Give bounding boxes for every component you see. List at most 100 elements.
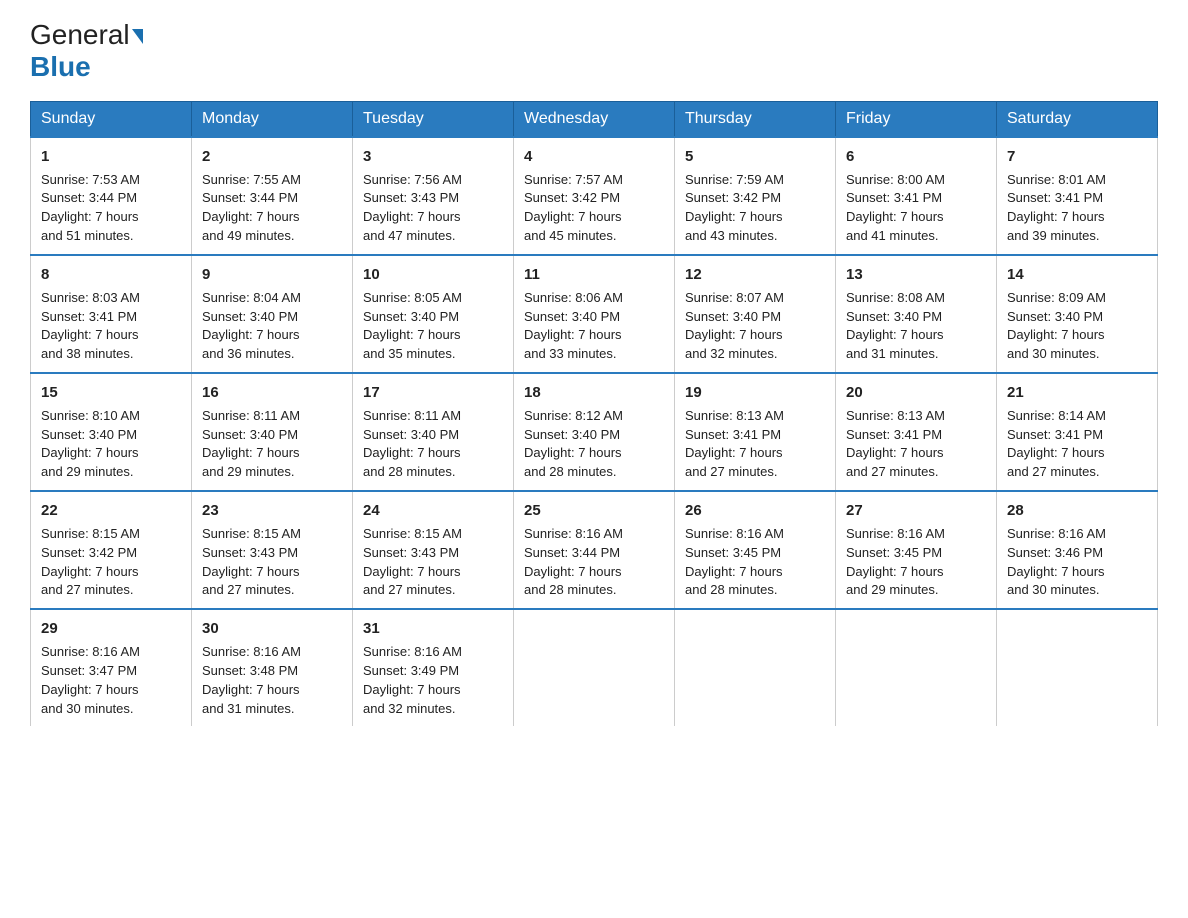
- calendar-cell: 7 Sunrise: 8:01 AM Sunset: 3:41 PM Dayli…: [997, 137, 1158, 255]
- sunset-info: Sunset: 3:47 PM: [41, 662, 181, 681]
- sunrise-info: Sunrise: 8:16 AM: [363, 643, 503, 662]
- day-number: 26: [685, 500, 825, 522]
- header-sunday: Sunday: [31, 101, 192, 137]
- daylight-line2: and 31 minutes.: [846, 345, 986, 364]
- logo-general: General: [30, 19, 130, 50]
- sunset-info: Sunset: 3:40 PM: [524, 308, 664, 327]
- sunrise-info: Sunrise: 7:55 AM: [202, 171, 342, 190]
- calendar-cell: 6 Sunrise: 8:00 AM Sunset: 3:41 PM Dayli…: [836, 137, 997, 255]
- day-number: 7: [1007, 146, 1147, 168]
- sunrise-info: Sunrise: 8:13 AM: [685, 407, 825, 426]
- daylight-line2: and 27 minutes.: [41, 581, 181, 600]
- calendar-cell: 19 Sunrise: 8:13 AM Sunset: 3:41 PM Dayl…: [675, 373, 836, 491]
- calendar-cell: 3 Sunrise: 7:56 AM Sunset: 3:43 PM Dayli…: [353, 137, 514, 255]
- daylight-line2: and 32 minutes.: [685, 345, 825, 364]
- day-number: 22: [41, 500, 181, 522]
- daylight-line2: and 39 minutes.: [1007, 227, 1147, 246]
- daylight-line1: Daylight: 7 hours: [846, 208, 986, 227]
- daylight-line1: Daylight: 7 hours: [1007, 444, 1147, 463]
- calendar-cell: 25 Sunrise: 8:16 AM Sunset: 3:44 PM Dayl…: [514, 491, 675, 609]
- day-number: 23: [202, 500, 342, 522]
- day-number: 6: [846, 146, 986, 168]
- sunrise-info: Sunrise: 7:59 AM: [685, 171, 825, 190]
- week-row-2: 8 Sunrise: 8:03 AM Sunset: 3:41 PM Dayli…: [31, 255, 1158, 373]
- calendar-cell: 28 Sunrise: 8:16 AM Sunset: 3:46 PM Dayl…: [997, 491, 1158, 609]
- sunset-info: Sunset: 3:40 PM: [846, 308, 986, 327]
- sunrise-info: Sunrise: 8:13 AM: [846, 407, 986, 426]
- calendar-cell: [836, 609, 997, 726]
- logo: General Blue: [30, 20, 143, 83]
- calendar-cell: 27 Sunrise: 8:16 AM Sunset: 3:45 PM Dayl…: [836, 491, 997, 609]
- day-number: 17: [363, 382, 503, 404]
- calendar-cell: 2 Sunrise: 7:55 AM Sunset: 3:44 PM Dayli…: [192, 137, 353, 255]
- day-number: 29: [41, 618, 181, 640]
- daylight-line1: Daylight: 7 hours: [41, 326, 181, 345]
- calendar-cell: 12 Sunrise: 8:07 AM Sunset: 3:40 PM Dayl…: [675, 255, 836, 373]
- daylight-line2: and 30 minutes.: [1007, 345, 1147, 364]
- calendar-cell: 14 Sunrise: 8:09 AM Sunset: 3:40 PM Dayl…: [997, 255, 1158, 373]
- calendar-cell: 29 Sunrise: 8:16 AM Sunset: 3:47 PM Dayl…: [31, 609, 192, 726]
- sunrise-info: Sunrise: 8:16 AM: [1007, 525, 1147, 544]
- week-row-5: 29 Sunrise: 8:16 AM Sunset: 3:47 PM Dayl…: [31, 609, 1158, 726]
- calendar-cell: [514, 609, 675, 726]
- day-number: 15: [41, 382, 181, 404]
- day-number: 21: [1007, 382, 1147, 404]
- calendar-cell: 4 Sunrise: 7:57 AM Sunset: 3:42 PM Dayli…: [514, 137, 675, 255]
- daylight-line1: Daylight: 7 hours: [41, 444, 181, 463]
- daylight-line1: Daylight: 7 hours: [363, 563, 503, 582]
- sunrise-info: Sunrise: 8:11 AM: [202, 407, 342, 426]
- daylight-line1: Daylight: 7 hours: [202, 681, 342, 700]
- daylight-line2: and 27 minutes.: [363, 581, 503, 600]
- sunrise-info: Sunrise: 8:15 AM: [202, 525, 342, 544]
- header-tuesday: Tuesday: [353, 101, 514, 137]
- sunset-info: Sunset: 3:43 PM: [363, 544, 503, 563]
- daylight-line1: Daylight: 7 hours: [846, 563, 986, 582]
- day-number: 5: [685, 146, 825, 168]
- daylight-line1: Daylight: 7 hours: [1007, 326, 1147, 345]
- calendar-cell: 10 Sunrise: 8:05 AM Sunset: 3:40 PM Dayl…: [353, 255, 514, 373]
- day-number: 25: [524, 500, 664, 522]
- header-thursday: Thursday: [675, 101, 836, 137]
- daylight-line2: and 49 minutes.: [202, 227, 342, 246]
- sunset-info: Sunset: 3:46 PM: [1007, 544, 1147, 563]
- calendar-table: SundayMondayTuesdayWednesdayThursdayFrid…: [30, 101, 1158, 727]
- daylight-line2: and 51 minutes.: [41, 227, 181, 246]
- sunset-info: Sunset: 3:40 PM: [685, 308, 825, 327]
- daylight-line2: and 28 minutes.: [685, 581, 825, 600]
- calendar-cell: 17 Sunrise: 8:11 AM Sunset: 3:40 PM Dayl…: [353, 373, 514, 491]
- sunset-info: Sunset: 3:41 PM: [685, 426, 825, 445]
- day-number: 28: [1007, 500, 1147, 522]
- header-saturday: Saturday: [997, 101, 1158, 137]
- daylight-line1: Daylight: 7 hours: [202, 326, 342, 345]
- calendar-cell: 24 Sunrise: 8:15 AM Sunset: 3:43 PM Dayl…: [353, 491, 514, 609]
- daylight-line1: Daylight: 7 hours: [41, 563, 181, 582]
- sunrise-info: Sunrise: 8:11 AM: [363, 407, 503, 426]
- calendar-cell: 16 Sunrise: 8:11 AM Sunset: 3:40 PM Dayl…: [192, 373, 353, 491]
- daylight-line2: and 29 minutes.: [846, 581, 986, 600]
- day-number: 3: [363, 146, 503, 168]
- daylight-line2: and 41 minutes.: [846, 227, 986, 246]
- calendar-cell: 30 Sunrise: 8:16 AM Sunset: 3:48 PM Dayl…: [192, 609, 353, 726]
- day-number: 4: [524, 146, 664, 168]
- daylight-line2: and 29 minutes.: [202, 463, 342, 482]
- calendar-cell: 15 Sunrise: 8:10 AM Sunset: 3:40 PM Dayl…: [31, 373, 192, 491]
- daylight-line1: Daylight: 7 hours: [685, 444, 825, 463]
- daylight-line1: Daylight: 7 hours: [363, 208, 503, 227]
- sunrise-info: Sunrise: 8:08 AM: [846, 289, 986, 308]
- sunrise-info: Sunrise: 8:15 AM: [363, 525, 503, 544]
- daylight-line1: Daylight: 7 hours: [846, 444, 986, 463]
- sunset-info: Sunset: 3:40 PM: [202, 308, 342, 327]
- day-number: 30: [202, 618, 342, 640]
- sunset-info: Sunset: 3:43 PM: [202, 544, 342, 563]
- daylight-line2: and 38 minutes.: [41, 345, 181, 364]
- daylight-line1: Daylight: 7 hours: [685, 563, 825, 582]
- sunset-info: Sunset: 3:49 PM: [363, 662, 503, 681]
- day-number: 8: [41, 264, 181, 286]
- sunrise-info: Sunrise: 8:01 AM: [1007, 171, 1147, 190]
- sunrise-info: Sunrise: 8:15 AM: [41, 525, 181, 544]
- calendar-cell: 22 Sunrise: 8:15 AM Sunset: 3:42 PM Dayl…: [31, 491, 192, 609]
- daylight-line1: Daylight: 7 hours: [202, 208, 342, 227]
- daylight-line2: and 31 minutes.: [202, 700, 342, 719]
- sunset-info: Sunset: 3:42 PM: [41, 544, 181, 563]
- sunrise-info: Sunrise: 7:56 AM: [363, 171, 503, 190]
